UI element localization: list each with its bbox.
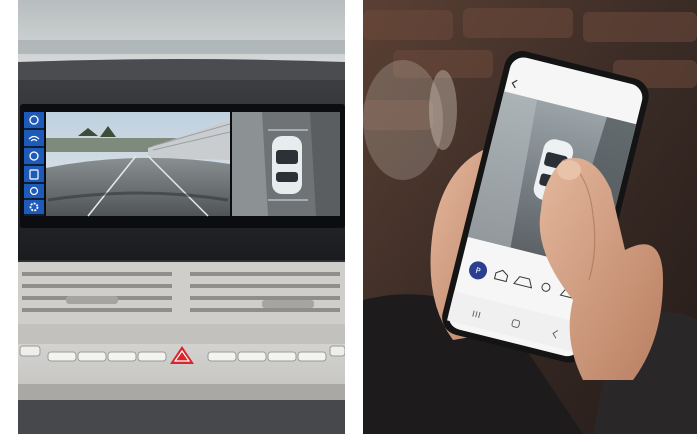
screen-sidebar xyxy=(24,112,44,216)
smartphone-photo: P xyxy=(363,0,697,434)
car-topview xyxy=(272,136,302,194)
phone-scene: P xyxy=(363,0,697,434)
dashboard-scene xyxy=(18,0,345,434)
surround-view xyxy=(232,112,340,216)
car-dashboard-photo xyxy=(18,0,345,434)
front-camera-view xyxy=(46,112,231,217)
